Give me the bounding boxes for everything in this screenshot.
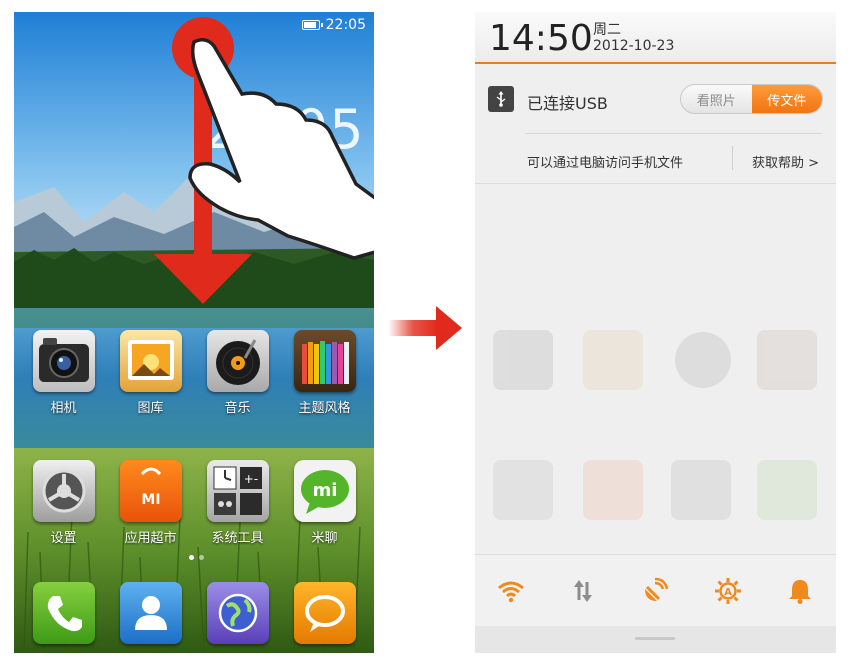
auto-brightness-icon[interactable]: A [710, 573, 746, 609]
home-screen: 22:05 22:05 相机 图库 音乐 [14, 12, 374, 653]
divider [732, 146, 733, 170]
usb-title: 已连接USB [527, 94, 608, 113]
swipe-down-gesture [154, 17, 374, 304]
shade-weekday: 周二 [593, 22, 621, 38]
tutorial-figure: 22:05 22:05 相机 图库 音乐 [0, 0, 850, 672]
wifi-icon[interactable] [493, 573, 529, 609]
arrow-down-icon [154, 254, 252, 304]
shade-header: 14:50 周二 2012-10-23 [475, 12, 836, 64]
shade-date: 2012-10-23 [593, 38, 675, 54]
notification-shade: 14:50 周二 2012-10-23 已连接USB 看照片 传文件 可以通过电… [475, 12, 836, 653]
quick-toggles: A [475, 554, 836, 626]
arrow-right-icon [388, 306, 462, 350]
view-photos-button[interactable]: 看照片 [681, 85, 752, 113]
usb-notification: 已连接USB 看照片 传文件 可以通过电脑访问手机文件 获取帮助 > [475, 66, 836, 184]
divider [475, 183, 836, 184]
shade-drag-handle[interactable] [475, 626, 836, 653]
transfer-files-button[interactable]: 传文件 [751, 85, 822, 113]
hand-pointer-icon [188, 38, 374, 260]
usb-description: 可以通过电脑访问手机文件 [527, 156, 684, 171]
help-link[interactable]: 获取帮助 > [752, 152, 819, 171]
shade-time: 14:50 [489, 18, 593, 59]
divider [525, 133, 822, 134]
usb-icon [488, 86, 514, 112]
svg-text:A: A [724, 587, 732, 598]
gps-icon[interactable] [637, 573, 673, 609]
sync-icon[interactable] [565, 573, 601, 609]
sound-icon[interactable] [782, 573, 818, 609]
usb-mode-switch: 看照片 传文件 [680, 84, 823, 114]
